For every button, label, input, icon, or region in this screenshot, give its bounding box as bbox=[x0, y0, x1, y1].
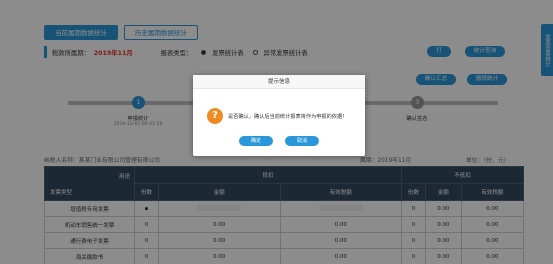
dialog-title: 提示信息 bbox=[193, 75, 365, 89]
dialog-body: ? 是否确认，确认后当前统计报表将作为申报的依据！ bbox=[207, 108, 347, 124]
ok-button[interactable]: 确定 bbox=[239, 136, 273, 146]
cancel-button[interactable]: 取消 bbox=[285, 136, 319, 146]
question-icon: ? bbox=[207, 108, 223, 124]
confirm-dialog: 提示信息 ? 是否确认，确认后当前统计报表将作为申报的依据！ 确定 取消 bbox=[193, 75, 365, 156]
dialog-message: 是否确认，确认后当前统计报表将作为申报的依据！ bbox=[228, 113, 348, 120]
